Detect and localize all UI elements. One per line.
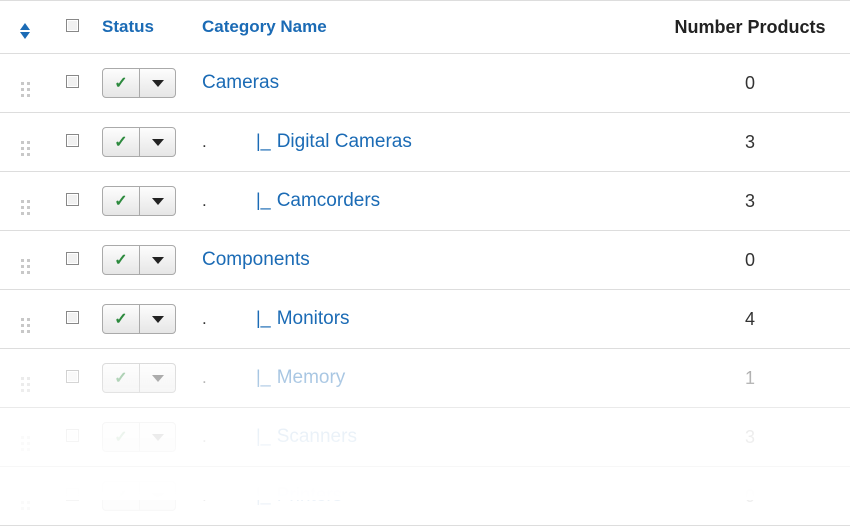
drag-handle-icon[interactable] xyxy=(21,200,30,215)
status-toggle[interactable]: ✓ xyxy=(102,186,176,216)
check-icon: ✓ xyxy=(114,73,127,93)
drag-handle-icon[interactable] xyxy=(21,377,30,392)
table-row: ✓ Cameras 0 xyxy=(0,54,850,113)
category-name-link[interactable]: Cameras xyxy=(202,72,279,93)
select-all-checkbox[interactable] xyxy=(66,19,79,32)
category-table: Status Category Name Number Products ✓ Ca… xyxy=(0,0,850,526)
status-toggle[interactable]: ✓ xyxy=(102,422,176,452)
drag-handle-icon[interactable] xyxy=(21,318,30,333)
drag-handle-icon[interactable] xyxy=(21,259,30,274)
check-icon: ✓ xyxy=(114,368,127,388)
header-number-products[interactable]: Number Products xyxy=(650,1,850,54)
check-icon: ✓ xyxy=(114,427,127,447)
row-checkbox[interactable] xyxy=(66,429,79,442)
product-count: 0 xyxy=(745,250,755,270)
tree-branch-icon: |_ xyxy=(256,367,271,388)
product-count: 3 xyxy=(745,427,755,447)
status-toggle[interactable]: ✓ xyxy=(102,304,176,334)
table-row: ✓. |_ Memory 1 xyxy=(0,349,850,408)
indent-dot: . xyxy=(202,368,228,388)
product-count: 0 xyxy=(745,73,755,93)
chevron-down-icon xyxy=(152,257,164,264)
table-row: ✓. |_ Scanners 3 xyxy=(0,408,850,467)
category-name-link[interactable]: Scanners xyxy=(277,426,357,447)
product-count: 1 xyxy=(745,368,755,388)
tree-branch-icon: |_ xyxy=(256,485,271,506)
product-count: 0 xyxy=(745,486,755,506)
check-icon: ✓ xyxy=(114,191,127,211)
row-checkbox[interactable] xyxy=(66,311,79,324)
category-name-link[interactable]: Components xyxy=(202,249,310,270)
table-row: ✓. |_ Digital Cameras 3 xyxy=(0,113,850,172)
category-name-link[interactable]: Printers xyxy=(277,485,342,506)
chevron-down-icon xyxy=(152,80,164,87)
tree-branch-icon: |_ xyxy=(256,190,271,211)
table-header-row: Status Category Name Number Products xyxy=(0,1,850,54)
indent-dot: . xyxy=(202,427,228,447)
product-count: 3 xyxy=(745,191,755,211)
indent-dot: . xyxy=(202,309,228,329)
table-row: ✓. |_ Printers 0 xyxy=(0,467,850,526)
row-checkbox[interactable] xyxy=(66,488,79,501)
indent-dot: . xyxy=(202,132,228,152)
category-name-link[interactable]: Memory xyxy=(277,367,346,388)
category-name-link[interactable]: Monitors xyxy=(277,308,350,329)
chevron-down-icon xyxy=(152,316,164,323)
tree-branch-icon: |_ xyxy=(256,131,271,152)
chevron-down-icon xyxy=(152,139,164,146)
status-toggle[interactable]: ✓ xyxy=(102,127,176,157)
status-toggle[interactable]: ✓ xyxy=(102,363,176,393)
header-category-name[interactable]: Category Name xyxy=(194,1,650,54)
tree-branch-icon: |_ xyxy=(256,308,271,329)
row-checkbox[interactable] xyxy=(66,134,79,147)
table-row: ✓. |_ Monitors 4 xyxy=(0,290,850,349)
check-icon: ✓ xyxy=(114,486,127,506)
table-row: ✓ Components 0 xyxy=(0,231,850,290)
category-name-link[interactable]: Camcorders xyxy=(277,190,380,211)
drag-handle-icon[interactable] xyxy=(21,436,30,451)
drag-handle-icon[interactable] xyxy=(21,495,30,510)
indent-dot: . xyxy=(202,486,228,506)
row-checkbox[interactable] xyxy=(66,75,79,88)
check-icon: ✓ xyxy=(114,250,127,270)
tree-branch-icon: |_ xyxy=(256,426,271,447)
drag-handle-icon[interactable] xyxy=(21,141,30,156)
status-toggle[interactable]: ✓ xyxy=(102,245,176,275)
chevron-down-icon xyxy=(152,375,164,382)
category-name-link[interactable]: Digital Cameras xyxy=(277,131,412,152)
drag-handle-icon[interactable] xyxy=(21,82,30,97)
chevron-down-icon xyxy=(152,434,164,441)
chevron-down-icon xyxy=(152,198,164,205)
sort-icon[interactable] xyxy=(20,23,30,39)
product-count: 3 xyxy=(745,132,755,152)
indent-dot: . xyxy=(202,191,228,211)
status-toggle[interactable]: ✓ xyxy=(102,68,176,98)
status-toggle[interactable]: ✓ xyxy=(102,481,176,511)
row-checkbox[interactable] xyxy=(66,370,79,383)
header-status[interactable]: Status xyxy=(94,1,194,54)
check-icon: ✓ xyxy=(114,132,127,152)
check-icon: ✓ xyxy=(114,309,127,329)
row-checkbox[interactable] xyxy=(66,193,79,206)
row-checkbox[interactable] xyxy=(66,252,79,265)
product-count: 4 xyxy=(745,309,755,329)
table-row: ✓. |_ Camcorders 3 xyxy=(0,172,850,231)
chevron-down-icon xyxy=(152,493,164,500)
